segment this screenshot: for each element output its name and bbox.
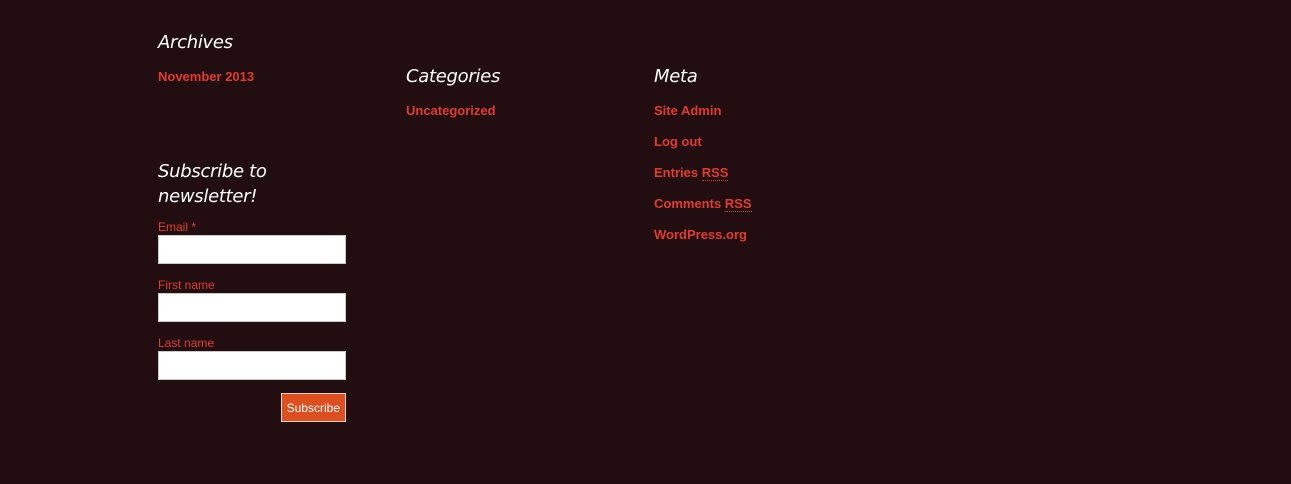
list-item: November 2013 bbox=[158, 68, 346, 99]
archive-link-november-2013[interactable]: November 2013 bbox=[158, 69, 254, 84]
site-admin-link[interactable]: Site Admin bbox=[654, 103, 721, 118]
submit-row: Subscribe bbox=[158, 393, 346, 422]
meta-list: Site Admin Log out Entries RSS Comments … bbox=[654, 102, 842, 257]
category-link-uncategorized[interactable]: Uncategorized bbox=[406, 103, 496, 118]
last-name-field[interactable] bbox=[158, 351, 346, 380]
email-field[interactable] bbox=[158, 235, 346, 264]
subscribe-button[interactable]: Subscribe bbox=[280, 393, 346, 422]
archives-list: November 2013 bbox=[158, 68, 346, 99]
meta-title: Meta bbox=[654, 66, 698, 87]
list-item: Entries RSS bbox=[654, 164, 842, 195]
list-item: WordPress.org bbox=[654, 226, 842, 257]
meta-widget: Meta Site Admin Log out Entries RSS Comm… bbox=[654, 64, 842, 257]
entries-rss-link[interactable]: Entries RSS bbox=[654, 165, 729, 181]
subscribe-form: Email * First name Last name Subscribe bbox=[158, 219, 346, 422]
list-item: Comments RSS bbox=[654, 195, 842, 226]
subscribe-title: Subscribe to newsletter! bbox=[158, 161, 267, 207]
archives-title: Archives bbox=[158, 32, 233, 53]
first-name-label: First name bbox=[158, 278, 215, 292]
archives-widget: Archives November 2013 bbox=[158, 30, 346, 99]
rss-abbr: RSS bbox=[701, 165, 729, 181]
last-name-label: Last name bbox=[158, 336, 215, 350]
list-item: Uncategorized bbox=[406, 102, 594, 133]
email-label: Email * bbox=[158, 220, 197, 234]
categories-title: Categories bbox=[406, 66, 501, 87]
list-item: Site Admin bbox=[654, 102, 842, 133]
wordpress-org-link[interactable]: WordPress.org bbox=[654, 227, 747, 242]
entries-rss-label: Entries bbox=[654, 165, 702, 180]
list-item: Log out bbox=[654, 133, 842, 164]
categories-widget: Categories Uncategorized bbox=[406, 64, 594, 133]
log-out-link[interactable]: Log out bbox=[654, 134, 702, 149]
rss-abbr: RSS bbox=[724, 196, 752, 212]
first-name-field[interactable] bbox=[158, 293, 346, 322]
comments-rss-label: Comments bbox=[654, 196, 725, 211]
categories-list: Uncategorized bbox=[406, 102, 594, 133]
comments-rss-link[interactable]: Comments RSS bbox=[654, 196, 752, 212]
subscribe-widget: Subscribe to newsletter! Email * First n… bbox=[158, 159, 346, 422]
